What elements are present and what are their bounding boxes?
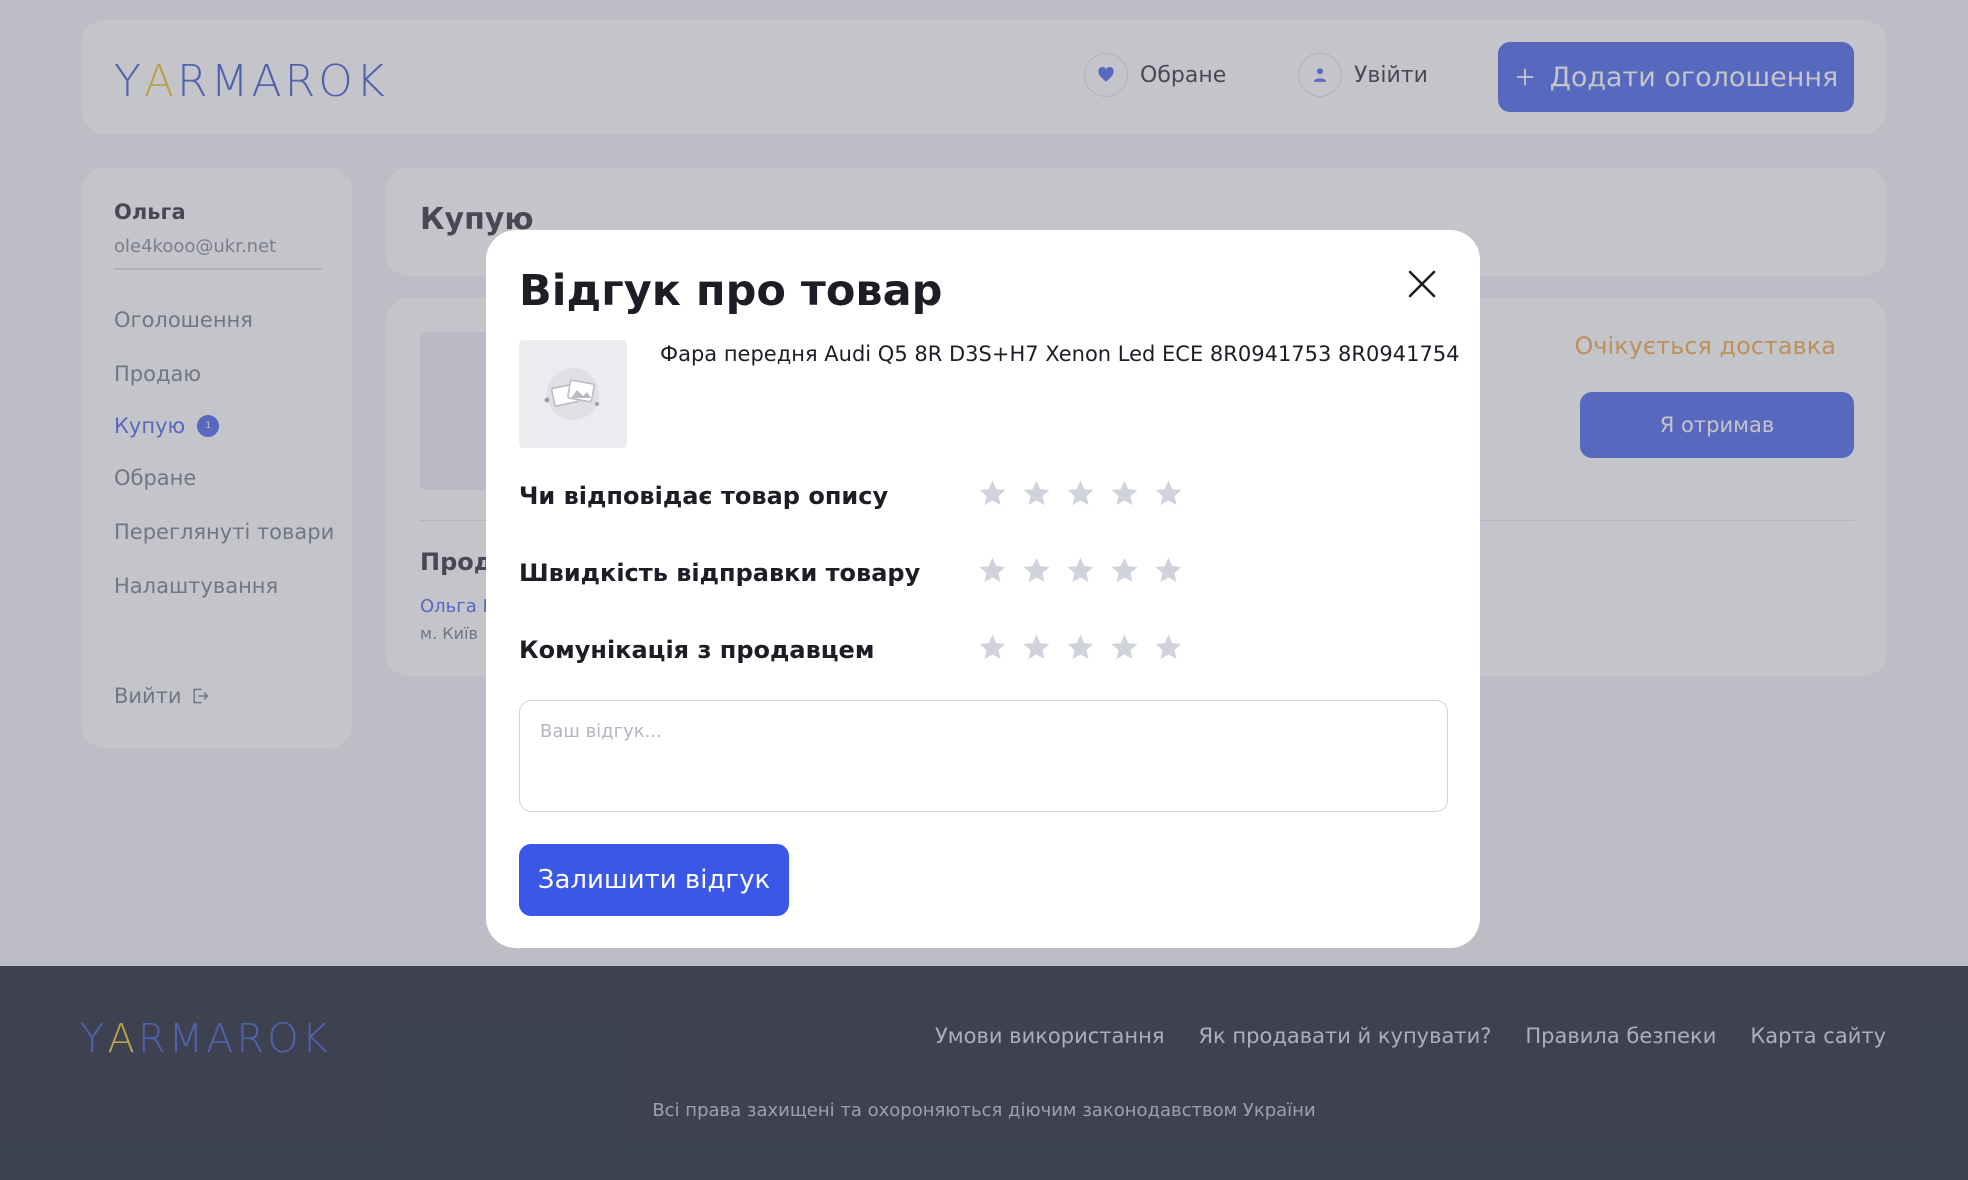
rating-label: Комунікація з продавцем [519,636,875,664]
star-rating [977,632,1184,663]
star-icon[interactable] [1065,478,1096,509]
star-icon[interactable] [1109,632,1140,663]
submit-review-button[interactable]: Залишити відгук [519,844,789,916]
star-icon[interactable] [1065,555,1096,586]
star-icon[interactable] [977,478,1008,509]
review-modal: Відгук про товар Фара передня Audi Q5 8R… [486,230,1480,948]
star-icon[interactable] [1153,632,1184,663]
rating-communication: Комунікація з продавцем [519,628,1239,672]
image-placeholder-icon [544,368,599,420]
modal-title: Відгук про товар [519,266,943,316]
star-icon[interactable] [1109,555,1140,586]
star-icon[interactable] [1153,555,1184,586]
star-icon[interactable] [1065,632,1096,663]
product-name: Фара передня Audi Q5 8R D3S+H7 Xenon Led… [660,342,1460,366]
star-icon[interactable] [977,632,1008,663]
close-icon[interactable] [1404,266,1440,302]
rating-description: Чи відповідає товар опису [519,474,1239,518]
rating-label: Швидкість відправки товару [519,559,921,587]
review-input[interactable] [519,700,1448,812]
star-rating [977,478,1184,509]
star-icon[interactable] [977,555,1008,586]
star-icon[interactable] [1153,478,1184,509]
star-icon[interactable] [1109,478,1140,509]
star-rating [977,555,1184,586]
star-icon[interactable] [1021,632,1052,663]
star-icon[interactable] [1021,555,1052,586]
product-thumbnail [519,340,627,448]
rating-label: Чи відповідає товар опису [519,482,889,510]
rating-shipping-speed: Швидкість відправки товару [519,551,1239,595]
star-icon[interactable] [1021,478,1052,509]
